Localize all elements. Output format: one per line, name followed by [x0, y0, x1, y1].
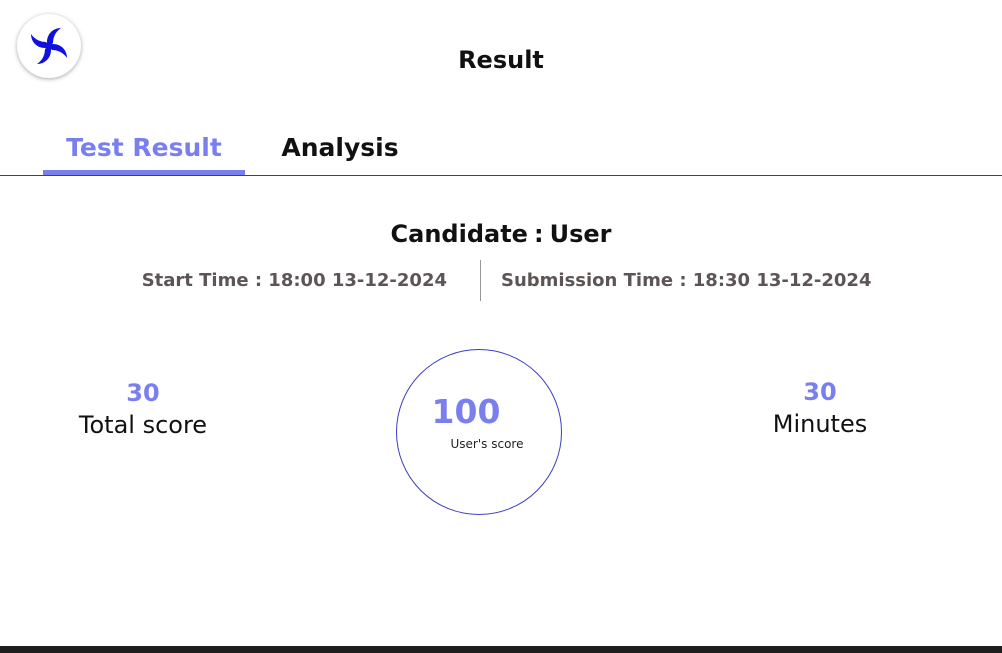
time-row: Start Time : 18:00 13-12-2024 Submission…: [0, 260, 1002, 302]
total-score-label: Total score: [78, 411, 208, 439]
minutes-value: 30: [803, 378, 837, 406]
tab-analysis[interactable]: Analysis: [280, 130, 400, 175]
total-score-value: 30: [126, 379, 160, 407]
bottom-bar: [0, 646, 1002, 653]
page-title: Result: [458, 46, 544, 74]
tab-test-result[interactable]: Test Result: [43, 130, 245, 175]
candidate-label: Candidate: [390, 220, 528, 248]
candidate-line: Candidate: User: [0, 220, 1002, 248]
user-score-value: 100: [431, 392, 501, 431]
minutes-label: Minutes: [772, 410, 868, 438]
user-score-circle: 100 User's score: [396, 349, 562, 515]
submission-time: Submission Time : 18:30 13-12-2024: [501, 270, 872, 291]
candidate-separator: :: [533, 220, 544, 248]
tab-bar: Test Result Analysis: [0, 130, 1002, 176]
user-score-label: User's score: [450, 437, 524, 451]
minutes-stat: 30 Minutes: [720, 377, 920, 441]
candidate-name: User: [549, 220, 612, 248]
total-score-stat: 30 Total score: [43, 378, 243, 442]
start-time: Start Time : 18:00 13-12-2024: [141, 270, 447, 291]
result-page: Result Test Result Analysis Candidate: Us…: [0, 0, 1002, 653]
time-divider: [480, 260, 481, 301]
